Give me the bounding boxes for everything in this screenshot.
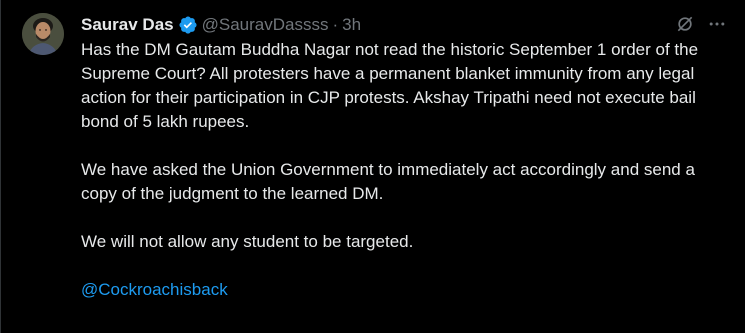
- tweet-actions: [675, 14, 727, 34]
- timestamp[interactable]: 3h: [342, 15, 361, 35]
- tweet-text: Has the DM Gautam Buddha Nagar not read …: [81, 38, 731, 326]
- mention-link[interactable]: @Cockroachisback: [81, 280, 228, 299]
- separator-dot: ·: [332, 15, 339, 34]
- grok-icon[interactable]: [675, 14, 695, 34]
- profile-photo-icon: [22, 13, 64, 55]
- tweet-header: Saurav Das @SauravDassss · 3h: [81, 13, 361, 37]
- tweet-card[interactable]: Saurav Das @SauravDassss · 3h Has the DM…: [0, 0, 745, 333]
- more-options-icon[interactable]: [707, 14, 727, 34]
- avatar[interactable]: [22, 13, 64, 55]
- tweet-paragraph-1: Has the DM Gautam Buddha Nagar not read …: [81, 40, 703, 131]
- author-handle[interactable]: @SauravDassss: [202, 15, 329, 35]
- verified-badge-icon: [179, 16, 197, 34]
- tweet-paragraph-3: We will not allow any student to be targ…: [81, 232, 414, 251]
- author-display-name[interactable]: Saurav Das: [81, 15, 174, 35]
- mention-paragraph: @Cockroachisback: [81, 278, 731, 302]
- tweet-paragraph-2: We have asked the Union Government to im…: [81, 160, 700, 203]
